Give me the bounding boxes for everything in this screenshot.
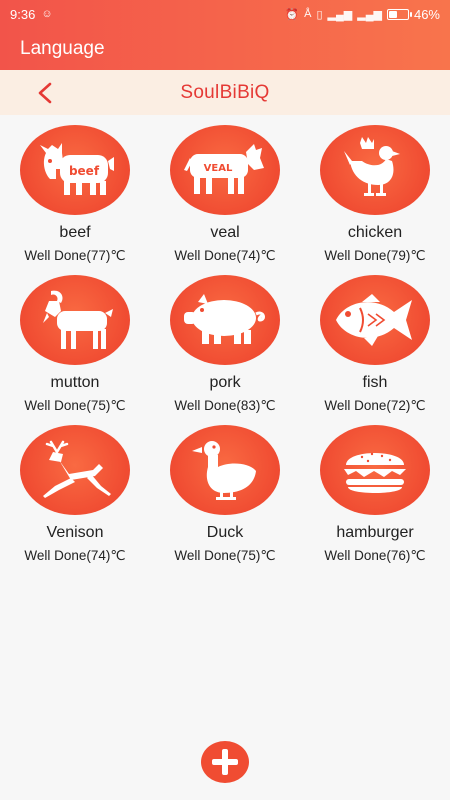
food-name: veal bbox=[210, 224, 240, 241]
doneness-label: Well Done(79)℃ bbox=[324, 248, 426, 263]
doneness-label: Well Done(75)℃ bbox=[174, 548, 276, 563]
food-name: Duck bbox=[206, 524, 244, 541]
food-circle[interactable] bbox=[320, 425, 430, 515]
food-circle[interactable]: beef bbox=[20, 125, 130, 215]
veal-label: VEAL bbox=[204, 163, 233, 174]
notification-icon: ☺ bbox=[41, 8, 53, 20]
signal-icon-2: ▂▄▆ bbox=[357, 8, 382, 21]
burger-icon bbox=[344, 452, 406, 493]
food-name: Venison bbox=[46, 524, 104, 541]
page-title: SoulBiBiQ bbox=[180, 81, 270, 103]
pig-icon bbox=[184, 294, 265, 344]
food-item-hamburger[interactable]: hamburger Well Done(76)℃ bbox=[300, 415, 450, 565]
doneness-label: Well Done(76)℃ bbox=[324, 548, 426, 563]
food-circle[interactable] bbox=[320, 275, 430, 365]
food-item-pork[interactable]: pork Well Done(83)℃ bbox=[150, 265, 300, 415]
goat-icon bbox=[43, 290, 113, 349]
food-item-venison[interactable]: Venison Well Done(74)℃ bbox=[0, 415, 150, 565]
app-bar-title[interactable]: Language bbox=[20, 38, 105, 60]
doneness-label: Well Done(75)℃ bbox=[24, 398, 126, 413]
vibrate-icon: ▯ bbox=[316, 8, 323, 21]
doneness-label: Well Done(83)℃ bbox=[174, 398, 276, 413]
signal-icon: ▂▄▆ bbox=[327, 8, 353, 21]
food-circle[interactable] bbox=[170, 425, 280, 515]
food-name: fish bbox=[362, 374, 388, 391]
food-circle[interactable] bbox=[170, 275, 280, 365]
cow-icon: beef bbox=[40, 143, 114, 195]
app-bar: Language bbox=[0, 28, 450, 70]
calf-icon: VEAL bbox=[184, 144, 264, 194]
food-item-fish[interactable]: fish Well Done(72)℃ bbox=[300, 265, 450, 415]
food-circle[interactable]: VEAL bbox=[170, 125, 280, 215]
battery-icon bbox=[386, 8, 412, 20]
food-circle[interactable] bbox=[20, 275, 130, 365]
duck-icon bbox=[192, 441, 256, 500]
fish-icon bbox=[336, 294, 412, 346]
chevron-left-icon bbox=[38, 82, 52, 104]
beef-label: beef bbox=[69, 164, 100, 178]
food-item-duck[interactable]: Duck Well Done(75)℃ bbox=[150, 415, 300, 565]
food-name: beef bbox=[59, 224, 91, 241]
battery-level bbox=[388, 10, 397, 18]
food-item-chicken[interactable]: chicken Well Done(79)℃ bbox=[300, 115, 450, 265]
food-name: pork bbox=[209, 374, 241, 391]
status-bar: 9:36 ☺ ⏰ Å ▯ ▂▄▆ ▂▄▆ 46% bbox=[0, 0, 450, 28]
battery-percent: 46% bbox=[413, 6, 440, 22]
doneness-label: Well Done(77)℃ bbox=[24, 248, 126, 263]
food-item-beef[interactable]: beef beef Well Done(77)℃ bbox=[0, 115, 150, 265]
food-name: chicken bbox=[347, 224, 403, 241]
bluetooth-icon: Å bbox=[304, 8, 312, 20]
food-name: hamburger bbox=[336, 524, 414, 541]
doneness-label: Well Done(74)℃ bbox=[24, 548, 126, 563]
alarm-icon: ⏰ bbox=[285, 8, 300, 21]
chicken-icon bbox=[344, 137, 400, 196]
food-item-veal[interactable]: VEAL veal Well Done(74)℃ bbox=[150, 115, 300, 265]
doneness-label: Well Done(74)℃ bbox=[174, 248, 276, 263]
food-name: mutton bbox=[50, 374, 100, 391]
food-circle[interactable] bbox=[320, 125, 430, 215]
sub-header: SoulBiBiQ bbox=[0, 70, 450, 115]
plus-icon bbox=[212, 749, 238, 775]
back-button[interactable] bbox=[30, 78, 60, 108]
food-circle[interactable] bbox=[20, 425, 130, 515]
status-time: 9:36 bbox=[10, 6, 36, 22]
deer-icon bbox=[43, 440, 111, 498]
add-button[interactable] bbox=[201, 741, 249, 783]
doneness-label: Well Done(72)℃ bbox=[324, 398, 426, 413]
food-item-mutton[interactable]: mutton Well Done(75)℃ bbox=[0, 265, 150, 415]
